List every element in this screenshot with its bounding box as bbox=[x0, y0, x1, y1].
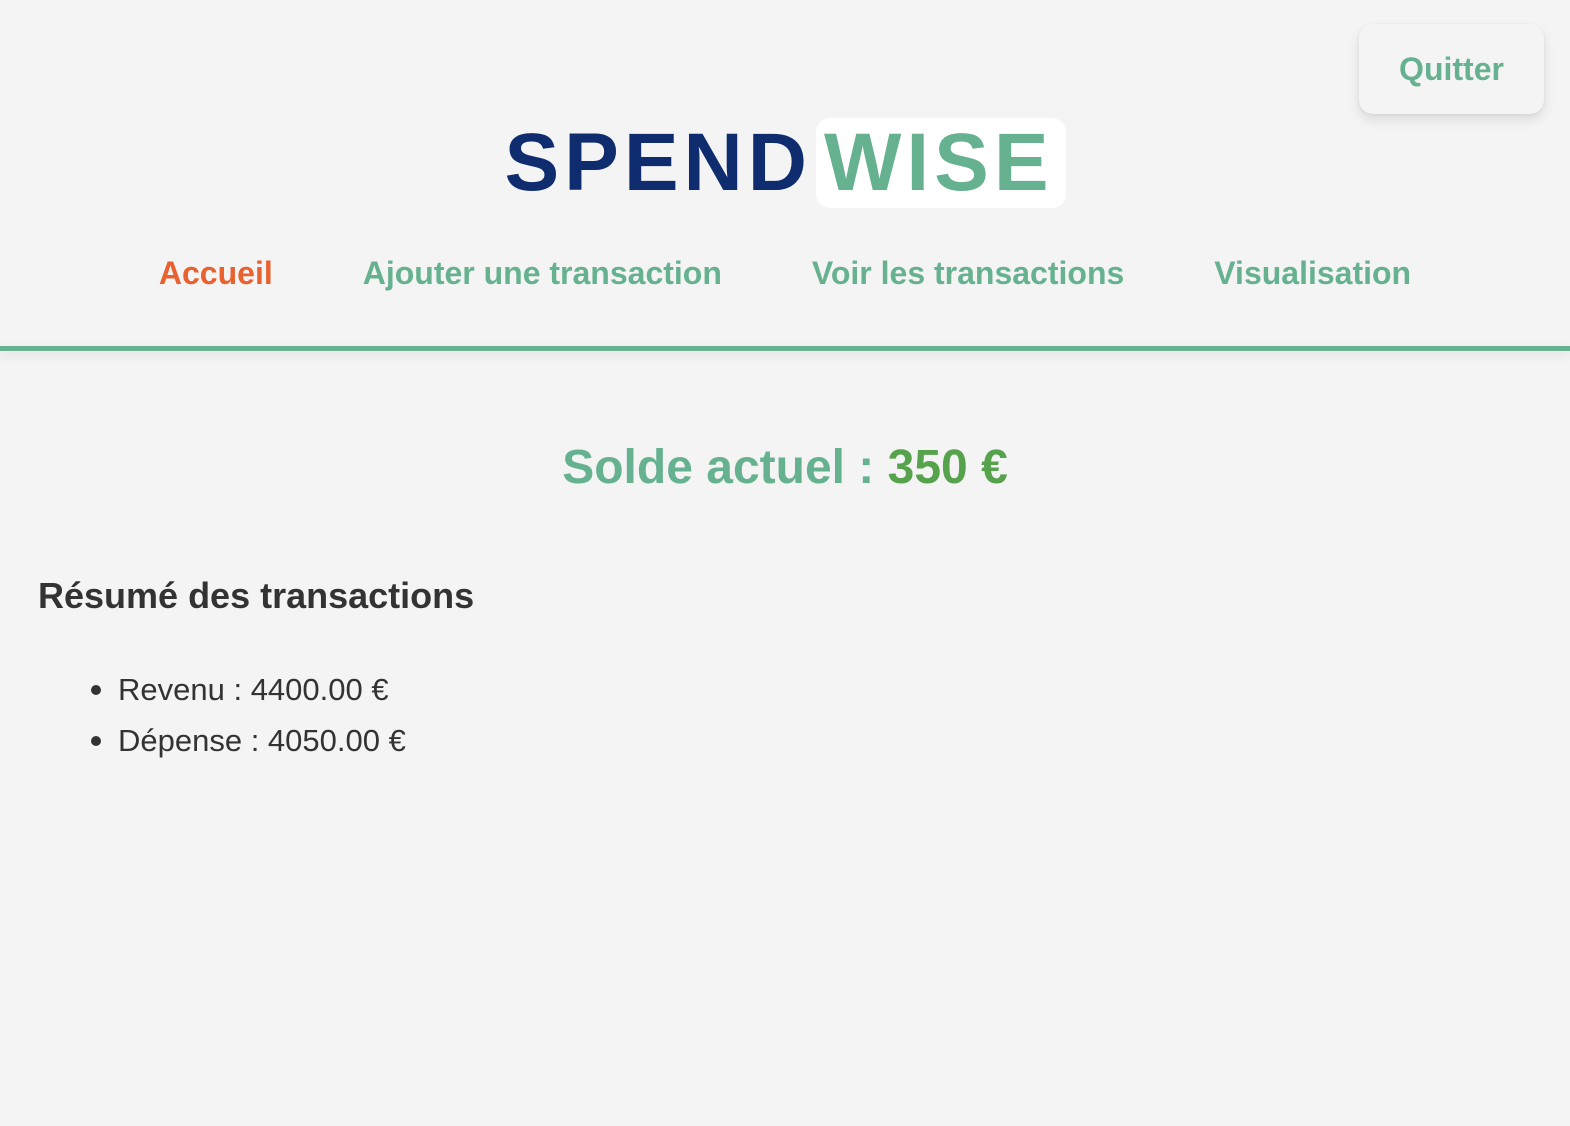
balance-heading: Solde actuel : 350 € bbox=[0, 438, 1570, 498]
summary-list: Revenu : 4400.00 € Dépense : 4050.00 € bbox=[91, 664, 406, 766]
nav-link-accueil[interactable]: Accueil bbox=[159, 248, 273, 298]
page: Quitter SPEND WISE Accueil Ajouter une t… bbox=[0, 0, 1570, 1126]
summary-item-revenu: Revenu : 4400.00 € bbox=[91, 664, 406, 715]
logo-wordmark: SPEND WISE bbox=[504, 117, 1066, 208]
quit-button[interactable]: Quitter bbox=[1359, 24, 1544, 114]
balance-label: Solde actuel : bbox=[562, 441, 875, 494]
logo-wise-text: WISE bbox=[815, 118, 1066, 208]
balance-amount: 350 € bbox=[887, 441, 1008, 494]
nav-link-ajouter-transaction[interactable]: Ajouter une transaction bbox=[363, 248, 722, 298]
main-nav: Accueil Ajouter une transaction Voir les… bbox=[0, 248, 1570, 298]
nav-link-voir-transactions[interactable]: Voir les transactions bbox=[812, 248, 1124, 298]
logo-spend-text: SPEND bbox=[504, 117, 812, 208]
nav-divider bbox=[0, 346, 1570, 351]
summary-item-depense: Dépense : 4050.00 € bbox=[91, 715, 406, 766]
logo: SPEND WISE bbox=[0, 118, 1570, 208]
nav-link-visualisation[interactable]: Visualisation bbox=[1214, 248, 1411, 298]
summary-title: Résumé des transactions bbox=[38, 575, 475, 616]
